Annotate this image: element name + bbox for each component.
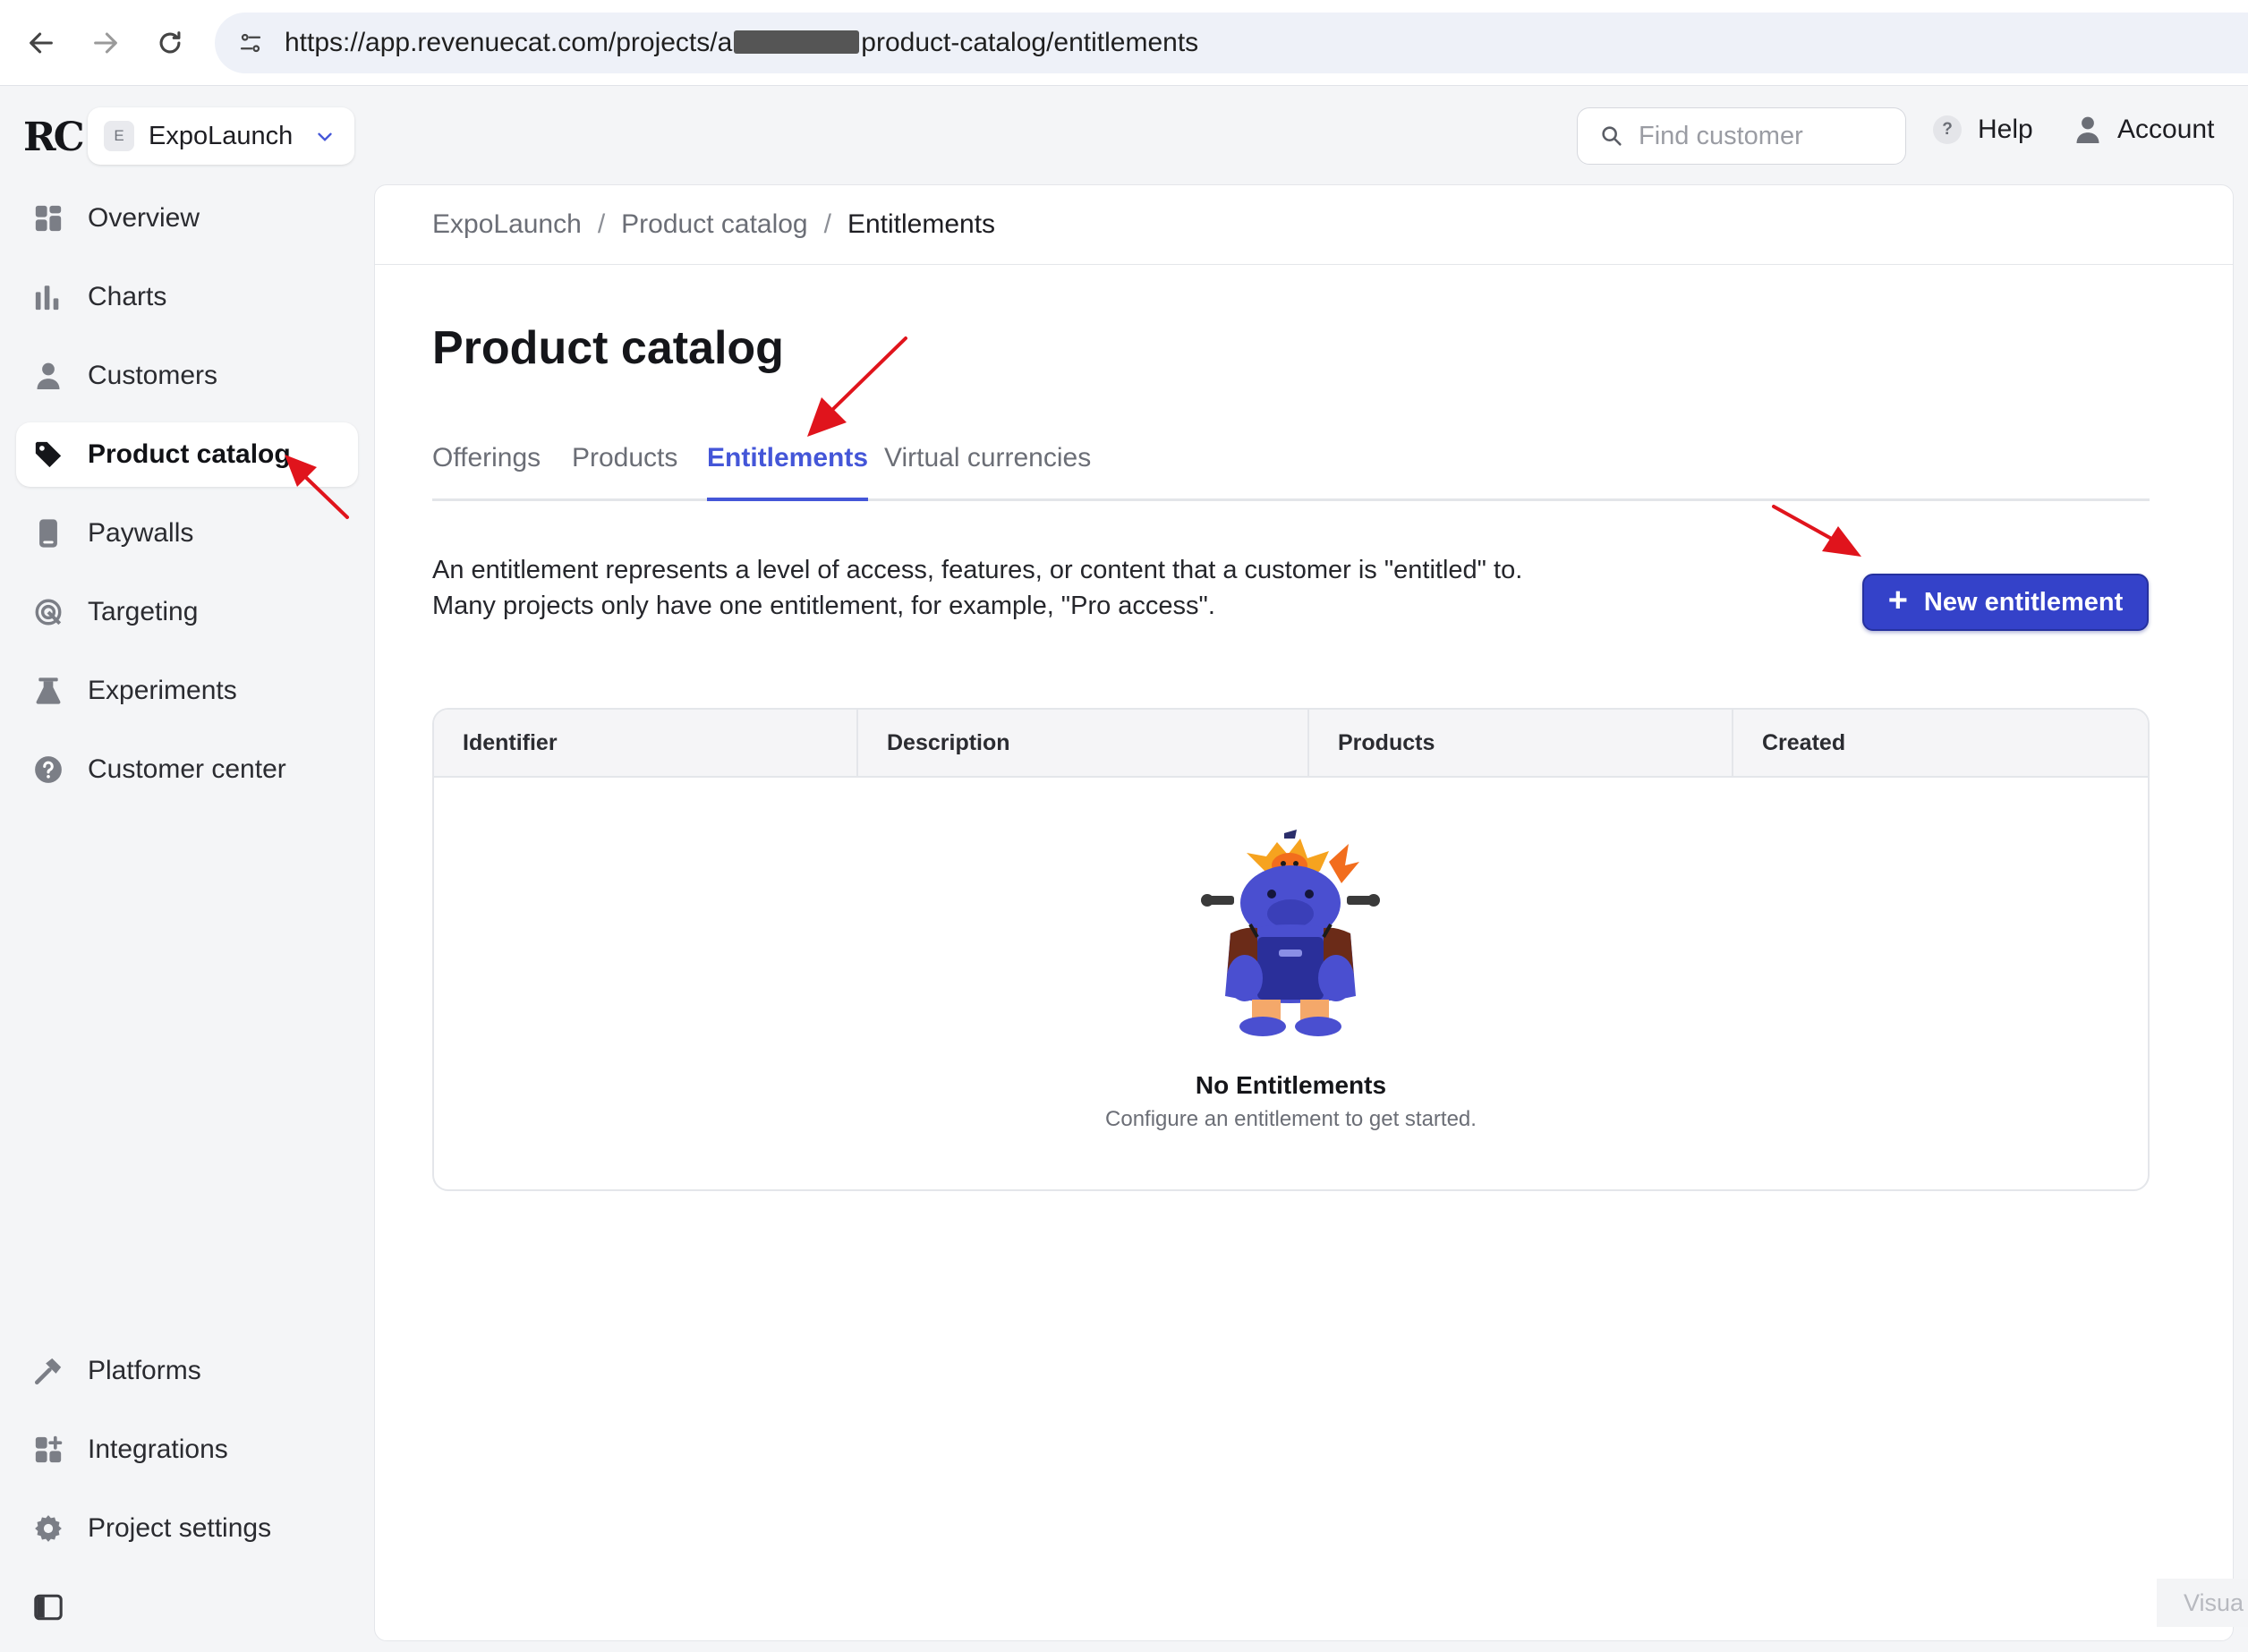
breadcrumb-separator: / [823, 209, 831, 239]
new-entitlement-label: New entitlement [1923, 587, 2124, 617]
site-settings-icon[interactable] [233, 25, 268, 61]
corner-overlay-label: Visua [2157, 1579, 2248, 1627]
flask-icon [32, 675, 64, 707]
redacted-project-id [734, 30, 860, 55]
breadcrumb-project[interactable]: ExpoLaunch [432, 209, 582, 240]
gear-icon [32, 1512, 64, 1545]
tab-virtual-currencies[interactable]: Virtual currencies [884, 436, 1091, 498]
entitlement-description: An entitlement represents a level of acc… [432, 552, 1522, 624]
breadcrumb: ExpoLaunch / Product catalog / Entitleme… [375, 185, 2233, 265]
sidebar-item-label: Customer center [88, 754, 286, 784]
sidebar-item-label: Paywalls [88, 518, 194, 548]
reload-button[interactable] [149, 21, 192, 64]
sidebar-item-overview[interactable]: Overview [16, 186, 358, 251]
description-line: Many projects only have one entitlement,… [432, 592, 1215, 620]
sidebar-item-integrations[interactable]: Integrations [16, 1418, 358, 1482]
project-switcher[interactable]: E ExpoLaunch [88, 107, 354, 165]
sidebar-toggle-icon [32, 1591, 64, 1623]
main-panel: ExpoLaunch / Product catalog / Entitleme… [374, 184, 2234, 1641]
column-header-products[interactable]: Products [1309, 710, 1733, 776]
help-circle-icon [32, 754, 64, 786]
forward-button[interactable] [84, 21, 127, 64]
grid-icon [32, 202, 64, 234]
chevron-down-icon [318, 132, 332, 141]
description-line: An entitlement represents a level of acc… [432, 556, 1523, 584]
sidebar-item-label: Overview [88, 203, 200, 233]
sidebar-item-label: Targeting [88, 597, 199, 626]
sidebar-item-customer-center[interactable]: Customer center [16, 737, 358, 802]
empty-state-title: No Entitlements [1195, 1071, 1387, 1099]
sidebar-item-paywalls[interactable]: Paywalls [16, 501, 358, 566]
person-icon [32, 360, 64, 392]
sidebar-item-label: Customers [88, 361, 218, 390]
sidebar-item-label: Charts [88, 282, 167, 311]
search-input[interactable] [1637, 120, 1891, 152]
reload-icon [159, 31, 181, 54]
sidebar-item-product-catalog[interactable]: Product catalog [16, 422, 358, 487]
sidebar-item-targeting[interactable]: Targeting [16, 580, 358, 644]
sidebar-item-label: Product catalog [88, 439, 291, 469]
project-badge: E [104, 121, 134, 151]
sidebar-item-label: Platforms [88, 1356, 201, 1385]
tab-offerings[interactable]: Offerings [432, 436, 541, 498]
column-header-description[interactable]: Description [858, 710, 1309, 776]
tab-bar: Offerings Products Entitlements Virtual … [432, 436, 2150, 501]
new-entitlement-button[interactable]: + New entitlement [1862, 574, 2149, 631]
address-bar[interactable]: https://app.revenuecat.com/projects/a pro… [215, 13, 2248, 73]
page-title: Product catalog [432, 322, 784, 374]
sidebar-item-label: Experiments [88, 676, 237, 705]
collapse-sidebar-button[interactable] [16, 1575, 88, 1639]
help-button[interactable]: ? Help [1933, 115, 2033, 145]
mascot-illustration [1201, 830, 1380, 1036]
search-icon [1602, 126, 1622, 146]
entitlements-table: Identifier Description Products Created [432, 708, 2150, 1191]
empty-state-subtitle: Configure an entitlement to get started. [1105, 1107, 1477, 1131]
table-header: Identifier Description Products Created [434, 710, 2148, 778]
account-button[interactable]: Account [2074, 115, 2214, 145]
account-label: Account [2117, 115, 2215, 144]
help-label: Help [1978, 115, 2033, 144]
arrow-right-icon [94, 32, 117, 54]
find-customer-search[interactable] [1577, 107, 1906, 165]
bar-chart-icon [32, 281, 64, 313]
tab-entitlements[interactable]: Entitlements [707, 436, 869, 501]
breadcrumb-separator: / [597, 209, 606, 239]
breadcrumb-product-catalog[interactable]: Product catalog [621, 209, 807, 240]
plus-icon: + [1887, 581, 1908, 619]
back-button[interactable] [20, 21, 63, 64]
sidebar-item-customers[interactable]: Customers [16, 344, 358, 408]
arrow-left-icon [30, 32, 53, 54]
tag-icon [32, 439, 64, 471]
sidebar-item-platforms[interactable]: Platforms [16, 1339, 358, 1403]
breadcrumb-entitlements: Entitlements [847, 209, 996, 239]
column-header-identifier[interactable]: Identifier [434, 710, 858, 776]
phone-icon [32, 517, 64, 549]
sidebar-item-experiments[interactable]: Experiments [16, 659, 358, 723]
browser-toolbar: https://app.revenuecat.com/projects/a pro… [0, 0, 2248, 86]
column-header-created[interactable]: Created [1733, 710, 2148, 776]
grid-plus-icon [32, 1434, 64, 1466]
sidebar-item-project-settings[interactable]: Project settings [16, 1496, 358, 1561]
url-text: https://app.revenuecat.com/projects/a pro… [285, 28, 1199, 57]
tab-products[interactable]: Products [572, 436, 677, 498]
sidebar-item-label: Project settings [88, 1513, 272, 1543]
person-icon [2076, 116, 2099, 143]
sidebar-item-label: Integrations [88, 1435, 228, 1464]
help-icon: ? [1933, 115, 1962, 144]
target-icon [32, 596, 64, 628]
revenuecat-logo[interactable]: RC [23, 115, 85, 160]
hammer-icon [32, 1355, 64, 1387]
project-name: ExpoLaunch [149, 121, 294, 150]
sidebar-item-charts[interactable]: Charts [16, 265, 358, 329]
